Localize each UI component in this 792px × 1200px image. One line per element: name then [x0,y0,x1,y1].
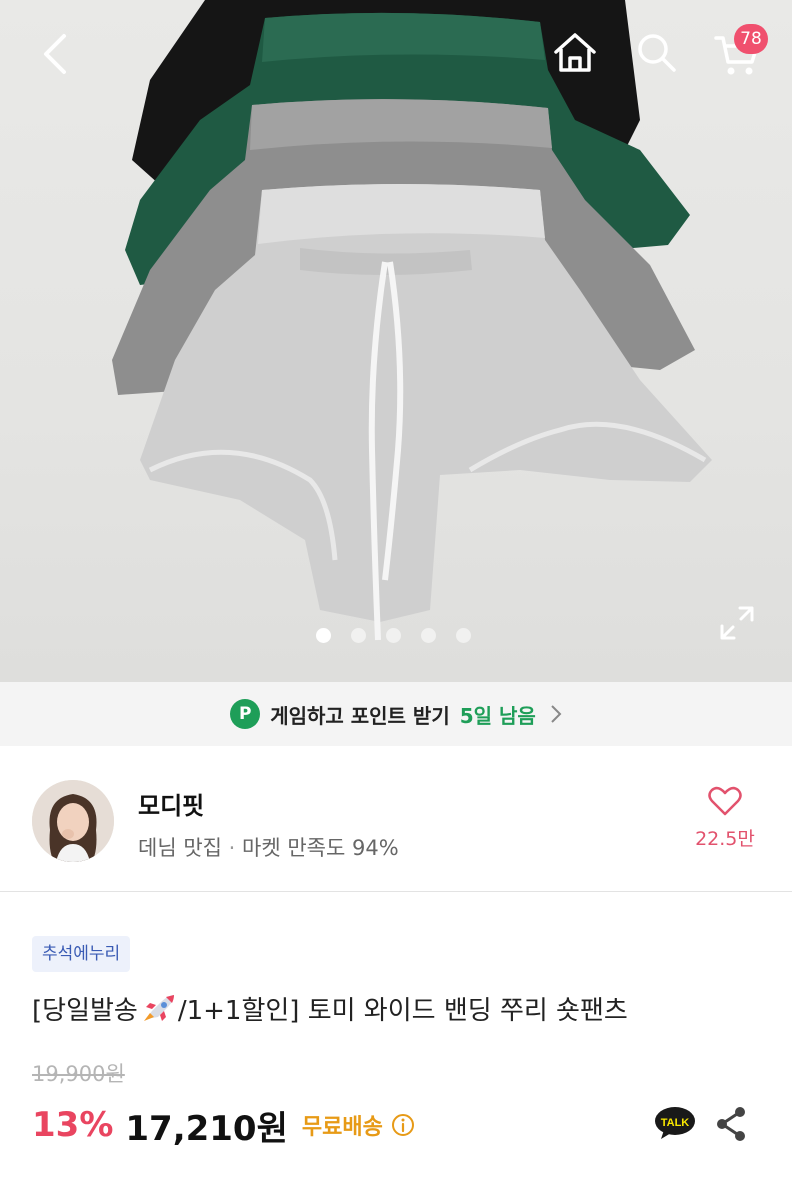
game-point-banner[interactable]: P 게임하고 포인트 받기 5일 남음 [0,682,792,746]
product-title: [당일발송 /1+1할인] 토미 와이드 밴딩 쭈리 숏팬츠 [32,990,628,1027]
gallery-pagination [316,628,471,644]
chevron-left-icon[interactable] [38,30,74,78]
title-prefix: [당일발송 [32,996,138,1026]
kakao-talk-button[interactable]: TALK [654,1106,696,1140]
expand-icon[interactable] [718,604,756,642]
pagination-dot[interactable] [421,628,436,643]
like-button[interactable]: 22.5만 [690,786,760,851]
seller-category: 데님 맛집 [138,836,222,860]
separator: · [228,836,236,860]
heart-icon [708,786,742,816]
avatar[interactable] [32,780,114,862]
banner-text: 게임하고 포인트 받기 [270,703,450,728]
price-row: 13% 17,210원 무료배송 [32,1100,415,1150]
top-navigation-bar: 78 [0,0,792,110]
talk-label: TALK [661,1117,690,1129]
talk-bubble-icon: TALK [655,1107,695,1139]
info-icon[interactable] [391,1113,415,1137]
chevron-right-icon [551,705,562,723]
seller-info: 데님 맛집 · 마켓 만족도 94% [138,832,399,862]
pagination-dot-active[interactable] [316,628,331,643]
title-suffix: /1+1할인] 토미 와이드 밴딩 쭈리 숏팬츠 [177,996,628,1026]
original-price: 19,900원 [32,1062,125,1086]
product-image-gallery[interactable]: 78 [0,0,792,682]
pagination-dot[interactable] [386,628,401,643]
rocket-icon [143,995,174,1021]
search-icon[interactable] [636,32,678,74]
seller-section[interactable]: 모디핏 데님 맛집 · 마켓 만족도 94% 22.5만 [0,746,792,892]
like-count: 22.5만 [695,828,755,850]
sale-price: 17,210원 [125,1108,288,1149]
promo-tag: 추석에누리 [32,936,131,972]
seller-name[interactable]: 모디핏 [138,786,204,821]
avatar-image [32,780,114,862]
cart-count-badge: 78 [734,24,768,54]
share-icon[interactable] [714,1106,748,1142]
point-badge: P [230,699,261,729]
pagination-dot[interactable] [456,628,471,643]
discount-rate: 13% [32,1105,114,1145]
seller-satisfaction: 마켓 만족도 94% [242,836,399,860]
home-icon[interactable] [552,30,598,74]
free-shipping-label: 무료배송 [301,1115,383,1140]
banner-days-left: 5일 남음 [459,703,536,728]
pagination-dot[interactable] [351,628,366,643]
